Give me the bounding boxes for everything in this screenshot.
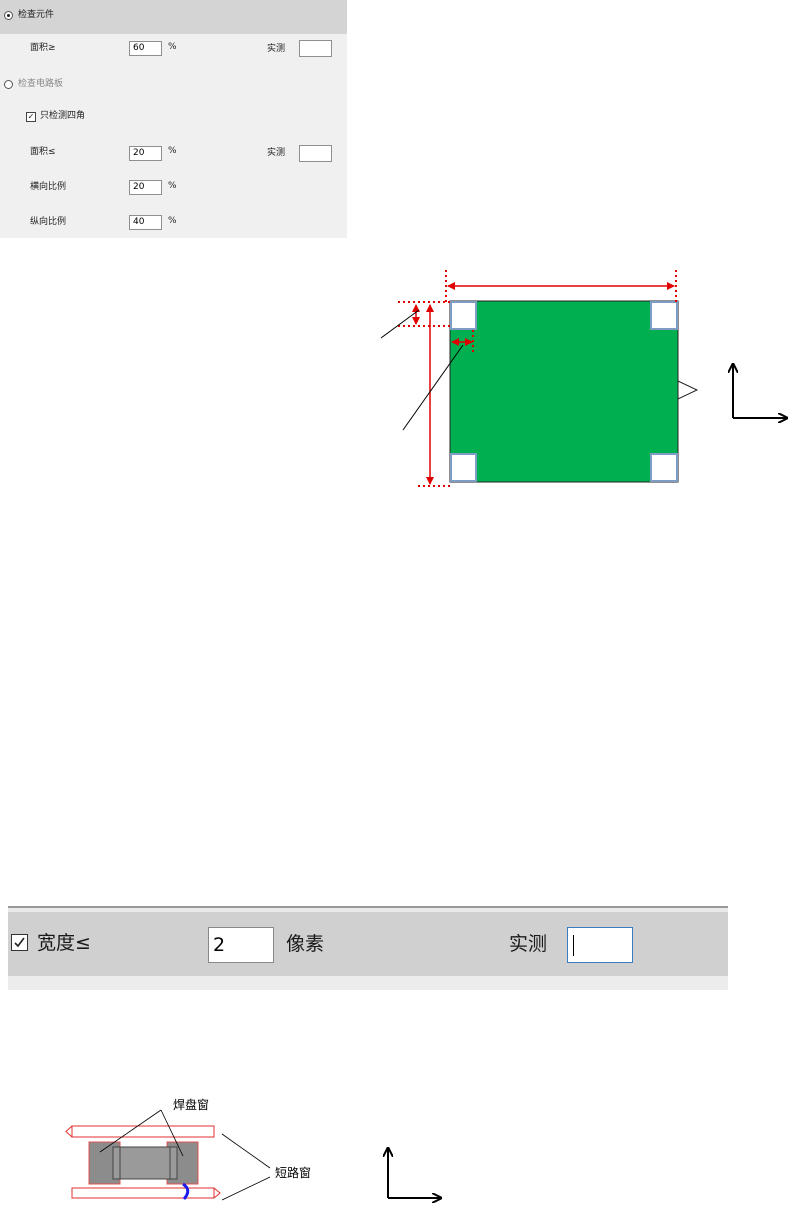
check-icon — [14, 937, 25, 948]
measured-field[interactable] — [567, 927, 633, 963]
corner-pad-bottom-right — [650, 453, 678, 482]
width-unit-label: 像素 — [286, 933, 325, 955]
board-body — [449, 300, 679, 483]
component-body — [112, 1146, 178, 1180]
corner-pad-top-left — [450, 301, 477, 330]
short-window-bottom — [71, 1187, 215, 1199]
leader-line-top — [380, 309, 420, 339]
pad-window-label: 焊盘窗 — [173, 1097, 209, 1112]
blue-bracket-mark — [182, 1182, 190, 1200]
width-label: 宽度≤ — [37, 932, 91, 954]
width-setting-panel: 宽度≤ 像素 实测 — [8, 906, 728, 990]
measured-label: 实测 — [509, 933, 548, 955]
board-corner-diagram — [380, 270, 789, 487]
xy-axis-icon-2 — [388, 1148, 441, 1198]
short-window-top — [71, 1125, 215, 1138]
corner-pad-top-right — [650, 301, 678, 330]
width-checkbox[interactable] — [11, 934, 28, 951]
xy-axis-icon — [733, 364, 787, 418]
short-window-label: 短路窗 — [275, 1165, 311, 1180]
corner-pad-bottom-left — [450, 453, 477, 482]
orientation-triangle — [677, 380, 699, 400]
width-value-input[interactable] — [208, 927, 274, 963]
text-caret — [573, 935, 574, 956]
short-window-diagram: 焊盘窗 短路窗 — [65, 1097, 789, 1212]
